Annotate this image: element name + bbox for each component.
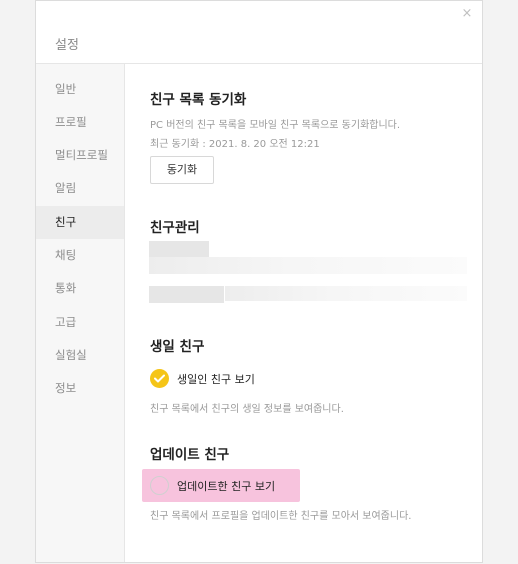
sidebar: 일반 프로필 멀티프로필 알림 친구 채팅 통화 고급 실험실 정보 (36, 64, 125, 562)
settings-content: 친구 목록 동기화 PC 버전의 친구 목록을 모바일 친구 목록으로 동기화합… (125, 64, 482, 562)
sidebar-item-calls[interactable]: 통화 (36, 272, 124, 305)
blurred-friend-item (149, 257, 467, 274)
sidebar-item-info[interactable]: 정보 (36, 372, 124, 405)
sidebar-item-notifications[interactable]: 알림 (36, 172, 124, 205)
blurred-friend-item (149, 286, 224, 303)
update-toggle[interactable]: 업데이트한 친구 보기 (150, 476, 275, 495)
blurred-friend-item (225, 286, 467, 301)
settings-window: × 설정 일반 프로필 멀티프로필 알림 친구 채팅 통화 고급 실험실 정보 … (35, 0, 483, 563)
sync-button[interactable]: 동기화 (150, 156, 214, 184)
sidebar-item-advanced[interactable]: 고급 (36, 306, 124, 339)
unchecked-circle-icon (150, 476, 169, 495)
sidebar-item-friends[interactable]: 친구 (36, 206, 124, 239)
sidebar-item-chat[interactable]: 채팅 (36, 239, 124, 272)
last-sync-time: 최근 동기화 : 2021. 8. 20 오전 12:21 (150, 139, 320, 150)
update-option-label: 업데이트한 친구 보기 (177, 479, 276, 493)
checkmark-icon (150, 369, 169, 388)
sidebar-item-multi-profile[interactable]: 멀티프로필 (36, 139, 124, 172)
window-title: 설정 (55, 38, 79, 53)
close-icon[interactable]: × (460, 7, 474, 21)
update-description: 친구 목록에서 프로필을 업데이트한 친구를 모아서 보여줍니다. (150, 511, 412, 522)
sync-description: PC 버전의 친구 목록을 모바일 친구 목록으로 동기화합니다. (150, 120, 401, 131)
birthday-option-label: 생일인 친구 보기 (177, 372, 255, 386)
manage-section-title: 친구관리 (150, 220, 200, 236)
sidebar-item-general[interactable]: 일반 (36, 73, 124, 106)
sidebar-item-profile[interactable]: 프로필 (36, 106, 124, 139)
birthday-description: 친구 목록에서 친구의 생일 정보를 보여줍니다. (150, 404, 344, 415)
sync-section-title: 친구 목록 동기화 (150, 92, 247, 108)
birthday-section-title: 생일 친구 (150, 339, 205, 355)
sidebar-item-labs[interactable]: 실험실 (36, 339, 124, 372)
birthday-toggle[interactable]: 생일인 친구 보기 (150, 369, 255, 388)
update-section-title: 업데이트 친구 (150, 447, 230, 463)
blurred-friend-item (149, 241, 209, 258)
